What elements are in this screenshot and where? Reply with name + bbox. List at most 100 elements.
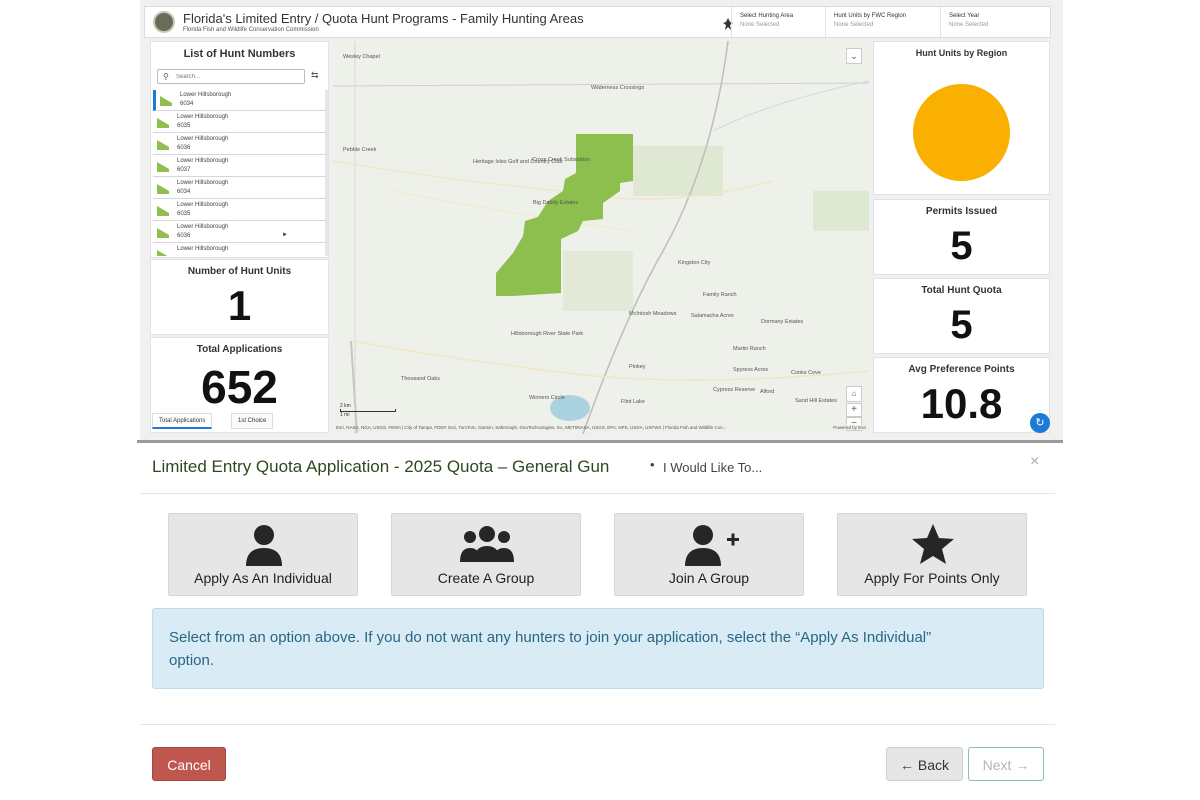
hunt-map[interactable]: Wesley Chapel Pebble Creek Wilderness Cr… [333, 41, 869, 434]
person-icon [169, 522, 357, 566]
permits-issued-value: 5 [950, 224, 973, 268]
application-modal: Limited Entry Quota Application - 2025 Q… [140, 443, 1055, 800]
next-button[interactable]: Next → [968, 747, 1044, 781]
list-item[interactable]: Lower Hillsborough 6037 [153, 156, 325, 177]
total-applications-label: Total Applications [196, 344, 283, 355]
map-label: Wilderness Crossings [591, 85, 645, 91]
list-item[interactable]: Lower Hillsborough 6034 [153, 178, 325, 199]
map-attribution: Esri, NASA, NGA, USGS, FEMA | City of Ta… [336, 425, 727, 430]
modal-subtitle: I Would Like To... [663, 460, 763, 475]
dashboard-title: Florida's Limited Entry / Quota Hunt Pro… [183, 11, 584, 26]
area-swatch-icon [157, 162, 169, 172]
fwc-logo [153, 11, 175, 33]
map-label: Big Daddy Estates [533, 200, 579, 206]
region-chart-panel: Hunt Units by Region [873, 41, 1050, 195]
map-label: Thousand Oaks [401, 376, 440, 382]
dashboard-subtitle: Florida Fish and Wildlife Conservation C… [183, 27, 319, 33]
map-label: Wesley Chapel [343, 54, 380, 60]
create-group-button[interactable]: Create A Group [391, 513, 581, 596]
map-label: Martin Ranch [733, 346, 766, 352]
filter-fwc-region[interactable]: Hunt Units by FWC Region None Selected [825, 7, 937, 37]
hunt-search-box[interactable]: ⚲ [157, 69, 305, 84]
modal-title: Limited Entry Quota Application - 2025 Q… [152, 457, 610, 476]
hunt-units-label: Number of Hunt Units [187, 266, 292, 277]
list-item[interactable]: Lower Hillsborough 6036 [153, 134, 325, 155]
area-swatch-icon [160, 96, 172, 106]
permits-issued-card: Permits Issued 5 [873, 199, 1050, 275]
dashboard: Florida's Limited Entry / Quota Hunt Pro… [140, 0, 1063, 442]
apply-individual-label: Apply As An Individual [194, 570, 332, 586]
title-separator: • [650, 457, 655, 472]
filter-hunting-area[interactable]: Select Hunting Area None Selected [731, 7, 823, 37]
divider [140, 493, 1055, 494]
apply-points-only-label: Apply For Points Only [864, 570, 1000, 586]
map-scale: 2 km 1 mi [340, 403, 396, 418]
list-item[interactable]: Lower Hillsborough [153, 244, 325, 256]
area-swatch-icon [157, 184, 169, 194]
map-label: Winners Circle [529, 395, 565, 401]
map-label: McIntosh Meadows [629, 311, 677, 317]
total-applications-value: 652 [201, 361, 278, 413]
map-label: Heritage Isles Golf and Country Club [473, 159, 563, 165]
sort-icon[interactable]: ⇆ [311, 70, 319, 81]
scale-mi: 1 mi [340, 412, 350, 418]
area-swatch-icon [157, 140, 169, 150]
collapse-arrow-icon[interactable]: ► [282, 232, 288, 238]
join-group-button[interactable]: Join A Group [614, 513, 804, 596]
area-swatch-icon [157, 250, 169, 256]
list-item[interactable]: Lower Hillsborough 6034 [153, 90, 325, 111]
apply-individual-button[interactable]: Apply As An Individual [168, 513, 358, 596]
map-label: Pebble Creek [343, 147, 377, 153]
map-label: Salamacha Acres [691, 313, 734, 319]
powered-by-esri[interactable]: Powered by Esri [830, 425, 866, 430]
permits-issued-label: Permits Issued [925, 206, 998, 217]
back-button[interactable]: ← Back [886, 747, 963, 781]
divider [140, 724, 1055, 725]
avg-preference-points-value: 10.8 [920, 380, 1003, 427]
expand-map-icon[interactable]: ⌄ [846, 48, 862, 64]
total-hunt-quota-card: Total Hunt Quota 5 [873, 278, 1050, 354]
list-scrollbar[interactable] [325, 90, 328, 256]
list-item[interactable]: Lower Hillsborough 6035 [153, 200, 325, 221]
tab-total-applications[interactable]: Total Applications [152, 413, 213, 429]
area-swatch-icon [157, 228, 169, 238]
map-label: Cooks Cove [791, 370, 821, 376]
filter-year[interactable]: Select Year None Selected [940, 7, 1050, 37]
total-hunt-quota-label: Total Hunt Quota [921, 285, 1002, 296]
dashboard-header: Florida's Limited Entry / Quota Hunt Pro… [144, 6, 1051, 38]
info-message: Select from an option above. If you do n… [169, 629, 932, 669]
hunt-search-input[interactable] [176, 71, 296, 82]
star-icon [838, 522, 1026, 566]
hunt-units-card: Number of Hunt Units 1 [150, 259, 329, 335]
map-label: Hillsborough River State Park [511, 331, 584, 337]
group-icon [392, 522, 580, 566]
refresh-icon[interactable]: ↻ [1030, 413, 1050, 433]
tab-first-choice[interactable]: 1st Choice [231, 413, 274, 429]
join-group-label: Join A Group [668, 570, 750, 586]
map-label: Family Ranch [703, 292, 737, 298]
map-label: Sand Hill Estates [795, 398, 837, 404]
person-add-icon [615, 522, 803, 566]
list-item[interactable]: Lower Hillsborough 6036 [153, 222, 325, 243]
hunt-list-title: List of Hunt Numbers [183, 48, 296, 60]
close-icon[interactable]: × [1030, 453, 1039, 471]
map-label: Spyress Acres [733, 367, 769, 373]
map-label: Kingston City [678, 260, 711, 266]
map-label: Cypress Reserve [713, 387, 756, 393]
area-swatch-icon [157, 118, 169, 128]
zoom-in-button[interactable]: + [846, 403, 862, 417]
avg-preference-points-label: Avg Preference Points [908, 364, 1015, 375]
search-icon: ⚲ [163, 72, 169, 81]
region-pie-slice[interactable] [913, 84, 1010, 181]
hunt-units-value: 1 [227, 282, 252, 329]
region-chart-title: Hunt Units by Region [915, 48, 1008, 58]
list-item[interactable]: Lower Hillsborough 6035 [153, 112, 325, 133]
map-label: Dormany Estates [761, 319, 804, 325]
area-swatch-icon [157, 206, 169, 216]
apply-points-only-button[interactable]: Apply For Points Only [837, 513, 1027, 596]
info-alert: Select from an option above. If you do n… [152, 608, 1044, 689]
cancel-button[interactable]: Cancel [152, 747, 226, 781]
map-label: Alford [760, 389, 775, 395]
home-icon[interactable]: ⌂ [846, 386, 862, 402]
hunt-list-panel: List of Hunt Numbers ⚲ ⇆ Lower Hillsboro… [150, 41, 329, 258]
